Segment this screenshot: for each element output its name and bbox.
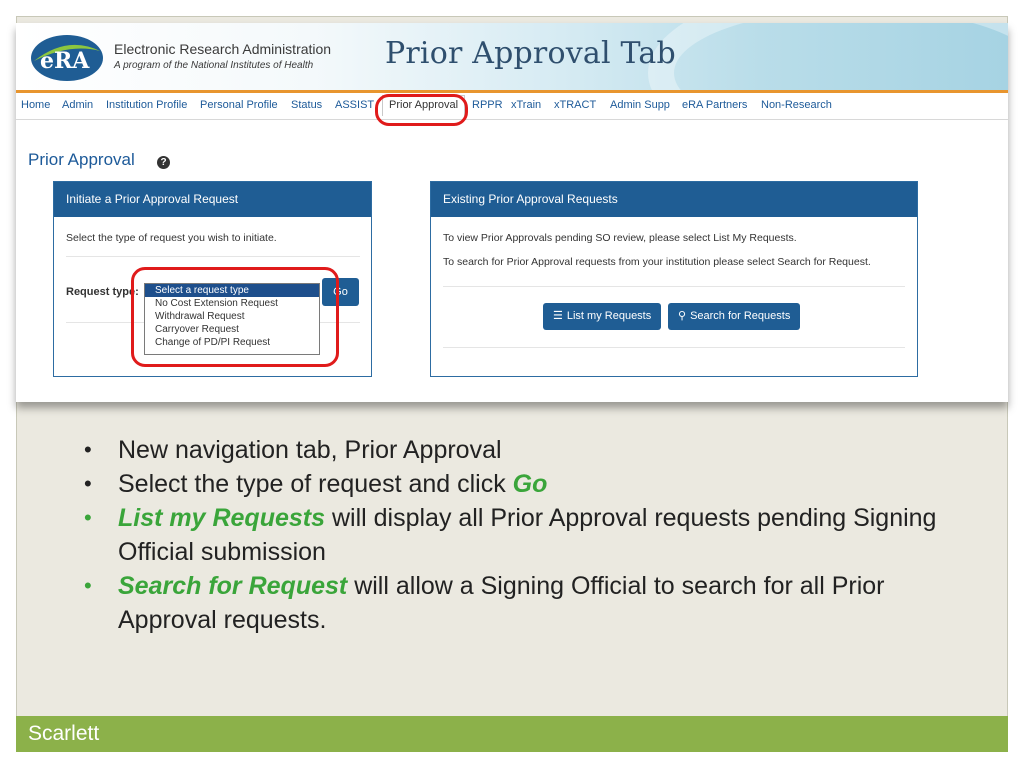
nav-xtract[interactable]: xTRACT	[554, 99, 596, 111]
request-type-label: Request type:	[66, 286, 139, 298]
bullet-emphasis: List my Requests	[118, 504, 326, 532]
existing-panel-title: Existing Prior Approval Requests	[431, 182, 917, 217]
era-screenshot: eRA Electronic Research Administration A…	[16, 23, 1008, 402]
initiate-instruction: Select the type of request you wish to i…	[66, 232, 277, 244]
bullet-text: New navigation tab, Prior Approval	[118, 436, 502, 464]
nav-assist[interactable]: ASSIST	[335, 99, 374, 111]
bullet-item: • New navigation tab, Prior Approval	[84, 436, 502, 464]
existing-panel: Existing Prior Approval Requests To view…	[430, 181, 918, 377]
nav-status[interactable]: Status	[291, 99, 322, 111]
help-icon[interactable]: ?	[157, 156, 170, 169]
bullet-item: • Select the type of request and click Go	[84, 470, 548, 498]
bullet-emphasis: Search for Request	[118, 572, 348, 600]
existing-line-2: To search for Prior Approval requests fr…	[443, 256, 871, 268]
bullet-item: • List my Requests will display all Prior…	[84, 504, 937, 566]
list-my-requests-label: List my Requests	[566, 310, 652, 322]
footer-text: Scarlett	[28, 722, 100, 745]
nav-personal-profile[interactable]: Personal Profile	[200, 99, 278, 111]
dropdown-highlight-circle	[131, 267, 339, 367]
nav-home[interactable]: Home	[21, 99, 50, 111]
search-for-requests-label: Search for Requests	[690, 310, 791, 322]
nav-institution-profile[interactable]: Institution Profile	[106, 99, 187, 111]
nav-xtrain[interactable]: xTrain	[511, 99, 541, 111]
page-heading: Prior Approval Tab	[385, 36, 676, 71]
main-nav: Home Admin Institution Profile Personal …	[16, 90, 1008, 120]
nav-admin-supp[interactable]: Admin Supp	[610, 99, 670, 111]
bullet-emphasis: Go	[512, 470, 548, 498]
divider	[443, 286, 905, 287]
nav-non-research[interactable]: Non-Research	[761, 99, 832, 111]
nav-era-partners[interactable]: eRA Partners	[682, 99, 747, 111]
existing-line-1: To view Prior Approvals pending SO revie…	[443, 232, 797, 244]
org-subtitle: A program of the National Institutes of …	[114, 60, 314, 71]
divider	[66, 256, 360, 257]
nav-rppr[interactable]: RPPR	[472, 99, 503, 111]
divider	[443, 347, 905, 348]
list-my-requests-button[interactable]: ☰ List my Requests	[543, 303, 662, 330]
list-icon: ☰	[553, 310, 563, 322]
initiate-panel-title: Initiate a Prior Approval Request	[54, 182, 371, 217]
era-banner: eRA Electronic Research Administration A…	[16, 23, 1008, 163]
nav-highlight-circle	[375, 94, 468, 126]
bullet-list: • New navigation tab, Prior Approval • Sel…	[84, 433, 984, 637]
footer-bar: Scarlett	[16, 716, 1008, 752]
section-title: Prior Approval	[28, 150, 135, 169]
bullet-item: • Search for Request will allow a Signing…	[84, 572, 885, 634]
org-title: Electronic Research Administration	[114, 41, 332, 57]
era-logo: eRA	[31, 35, 103, 81]
search-for-requests-button[interactable]: ⚲ Search for Requests	[668, 303, 801, 330]
search-icon: ⚲	[678, 310, 687, 322]
bullet-text: Select the type of request and click	[118, 470, 513, 498]
svg-text:eRA: eRA	[40, 48, 90, 74]
nav-admin[interactable]: Admin	[62, 99, 93, 111]
